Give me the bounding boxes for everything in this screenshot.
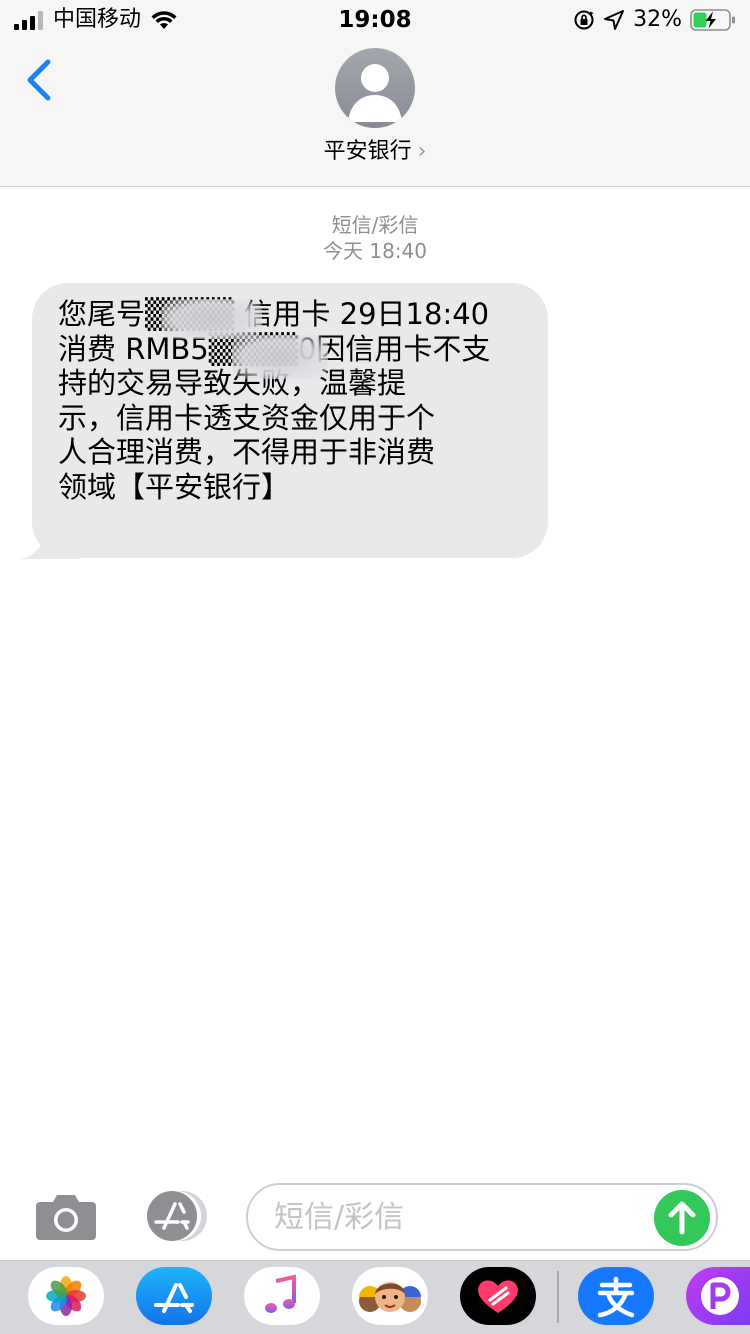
arrow-up-icon <box>668 1201 696 1235</box>
message-input-placeholder: 短信/彩信 <box>274 1200 405 1235</box>
send-button[interactable] <box>654 1190 710 1246</box>
conversation-header: 平安银行 › <box>0 40 750 187</box>
battery-percentage: 32% <box>633 7 682 32</box>
location-arrow-icon <box>604 10 625 30</box>
contact-name-button[interactable]: 平安银行 › <box>0 138 750 166</box>
contact-name: 平安银行 <box>323 139 412 164</box>
chevron-right-icon: › <box>417 139 427 164</box>
message-line: 您尾号▒▒▒▒ 信用卡 29日18:40 <box>58 297 490 331</box>
message-line: 领域【平安银行】 <box>58 469 291 504</box>
battery-charging-icon <box>690 9 735 31</box>
imessage-app-drawer <box>0 1260 750 1334</box>
message-time-label: 今天 18:40 <box>323 239 427 263</box>
contact-avatar[interactable] <box>335 48 415 128</box>
incoming-message[interactable]: 您尾号▒▒▒▒ 信用卡 29日18:40 消费 RMB5▒▒▒▒0因信用卡不支 … <box>20 283 550 559</box>
app-drawer-divider <box>557 1271 559 1323</box>
person-silhouette-icon <box>348 64 402 122</box>
message-input[interactable]: 短信/彩信 <box>246 1183 718 1251</box>
message-type-label: 短信/彩信 <box>331 213 419 237</box>
status-bar: 中国移动 19:08 32% <box>0 0 750 40</box>
photos-icon[interactable] <box>28 1267 104 1325</box>
message-line: 人合理消费，不得用于非消费 <box>58 435 436 469</box>
app-store-apps-icon[interactable] <box>140 1190 212 1242</box>
p-app-icon[interactable] <box>686 1267 750 1325</box>
message-bubble: 您尾号▒▒▒▒ 信用卡 29日18:40 消费 RMB5▒▒▒▒0因信用卡不支 … <box>32 283 548 558</box>
memoji-icon[interactable] <box>352 1267 428 1325</box>
compose-bar: 短信/彩信 <box>0 1170 750 1260</box>
heart-app-icon[interactable] <box>460 1267 536 1325</box>
message-timestamp: 短信/彩信 今天 18:40 <box>0 212 750 264</box>
alipay-icon[interactable] <box>578 1267 654 1325</box>
message-line: 示，信用卡透支资金仅用于个 <box>58 400 436 435</box>
orientation-lock-icon <box>574 10 594 30</box>
music-icon[interactable] <box>244 1267 320 1325</box>
back-chevron-icon[interactable] <box>22 56 62 106</box>
redaction-blur <box>162 299 262 339</box>
app-store-icon[interactable] <box>136 1267 212 1325</box>
camera-icon[interactable] <box>34 1192 98 1242</box>
redaction-blur <box>232 335 328 379</box>
